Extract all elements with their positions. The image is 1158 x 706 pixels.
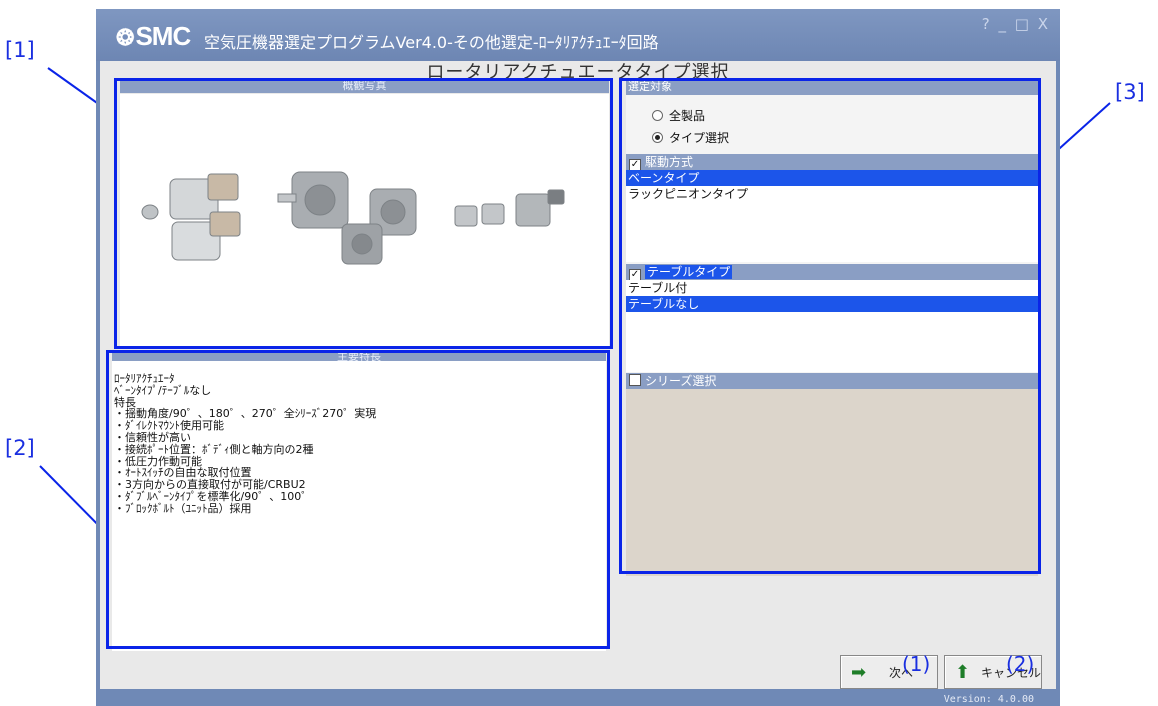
annotation-frame-1: [114, 78, 613, 349]
window-controls[interactable]: ? _ □ X: [982, 15, 1050, 33]
annotation-frame-3: [619, 78, 1041, 574]
arrow-up-return-icon: ⬆: [955, 662, 971, 683]
annotation-frame-2: [106, 350, 610, 649]
version-label: Version: 4.0.00: [943, 694, 1034, 705]
logo-text: SMC: [135, 21, 191, 51]
window-title: 空気圧機器選定プログラムVer4.0-その他選定-ﾛｰﾀﾘｱｸﾁｭｴｰﾀ回路: [204, 33, 659, 52]
arrow-right-icon: ➡: [851, 662, 867, 683]
smc-logo: ❂SMC: [116, 21, 191, 52]
annotation-button-tag-2: (2): [1006, 652, 1035, 676]
annotation-button-tag-1: (1): [902, 652, 931, 676]
swirl-logo-icon: ❂: [116, 25, 134, 50]
title-bar: ❂SMC 空気圧機器選定プログラムVer4.0-その他選定-ﾛｰﾀﾘｱｸﾁｭｴｰ…: [96, 9, 1060, 61]
